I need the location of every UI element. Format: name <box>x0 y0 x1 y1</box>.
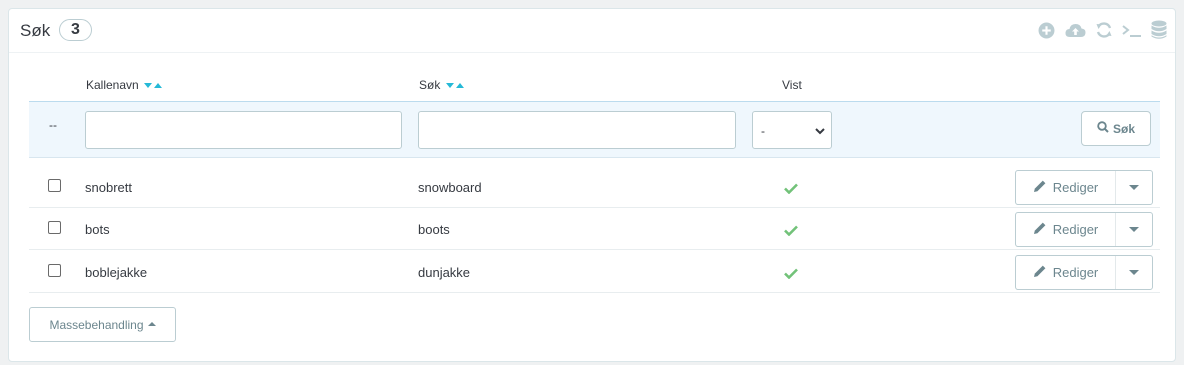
panel-toolbar <box>1035 19 1167 41</box>
refresh-icon[interactable] <box>1093 19 1115 41</box>
search-cell: dunjakke <box>418 265 471 280</box>
table-row: bots boots Rediger <box>29 208 1160 250</box>
actions-dropdown-toggle[interactable] <box>1116 213 1152 246</box>
search-button[interactable]: Søk <box>1081 111 1151 146</box>
pencil-icon <box>1033 179 1047 196</box>
shown-filter-select[interactable]: - <box>752 111 832 149</box>
shown-filter-value: - <box>761 124 765 138</box>
edit-button[interactable]: Rediger <box>1016 171 1116 204</box>
pencil-icon <box>1033 264 1047 281</box>
column-header-shown: Vist <box>782 78 802 92</box>
check-icon[interactable] <box>784 182 798 197</box>
edit-button[interactable]: Rediger <box>1016 256 1116 289</box>
table-row: snobrett snowboard Rediger <box>29 166 1160 208</box>
caret-down-icon <box>1129 185 1139 190</box>
sort-controls-alias <box>144 83 163 89</box>
alias-cell: bots <box>85 222 110 237</box>
bulk-actions-label: Massebehandling <box>49 317 144 332</box>
search-filter-input[interactable] <box>418 111 736 149</box>
actions-dropdown-toggle[interactable] <box>1116 256 1152 289</box>
chevron-down-icon <box>815 125 825 139</box>
caret-up-icon <box>147 322 156 326</box>
search-cell: snowboard <box>418 180 482 195</box>
edit-button[interactable]: Rediger <box>1016 213 1116 246</box>
alias-cell: boblejakke <box>85 265 148 280</box>
panel-header: Søk 3 <box>9 9 1175 53</box>
search-button-label: Søk <box>1112 121 1135 136</box>
search-cell: boots <box>418 222 450 237</box>
edit-button-label: Rediger <box>1052 180 1099 195</box>
count-badge: 3 <box>59 19 92 41</box>
bulk-placeholder: -- <box>49 118 57 132</box>
row-checkbox[interactable] <box>48 264 61 277</box>
alias-cell: snobrett <box>85 180 132 195</box>
sort-asc-icon[interactable] <box>154 83 163 89</box>
pencil-icon <box>1033 221 1047 238</box>
database-icon[interactable] <box>1148 19 1170 41</box>
caret-down-icon <box>1129 270 1139 275</box>
check-icon[interactable] <box>784 224 798 239</box>
column-header-alias: Kallenavn <box>86 78 163 92</box>
row-checkbox[interactable] <box>48 221 61 234</box>
column-header-search-label: Søk <box>419 78 441 92</box>
sort-controls-search <box>445 83 464 89</box>
column-header-search: Søk <box>419 78 464 92</box>
edit-button-label: Rediger <box>1052 265 1099 280</box>
cloud-upload-icon[interactable] <box>1064 19 1086 41</box>
panel-title: Søk <box>20 21 51 40</box>
caret-down-icon <box>1129 227 1139 232</box>
bulk-actions-button[interactable]: Massebehandling <box>29 307 176 342</box>
add-icon[interactable] <box>1035 19 1057 41</box>
row-actions: Rediger <box>1015 170 1153 205</box>
table-row: boblejakke dunjakke Rediger <box>29 251 1160 293</box>
column-header-alias-label: Kallenavn <box>86 78 139 92</box>
search-icon <box>1097 121 1109 136</box>
row-actions: Rediger <box>1015 255 1153 290</box>
filter-row: -- - Søk <box>29 101 1160 158</box>
check-icon[interactable] <box>784 267 798 282</box>
terminal-icon[interactable] <box>1119 19 1145 41</box>
edit-button-label: Rediger <box>1052 222 1099 237</box>
row-actions: Rediger <box>1015 212 1153 247</box>
sort-desc-icon[interactable] <box>144 83 153 89</box>
row-checkbox[interactable] <box>48 179 61 192</box>
table-header-row: Kallenavn Søk Vist <box>29 69 1160 101</box>
sort-asc-icon[interactable] <box>455 83 464 89</box>
aliases-table: Kallenavn Søk Vist -- - Søk snobrett sno… <box>29 69 1160 293</box>
alias-filter-input[interactable] <box>85 111 402 149</box>
actions-dropdown-toggle[interactable] <box>1116 171 1152 204</box>
sort-desc-icon[interactable] <box>445 83 454 89</box>
aliases-panel: Søk 3 Kallenavn Søk Vist -- - Søk snobre… <box>8 8 1176 362</box>
